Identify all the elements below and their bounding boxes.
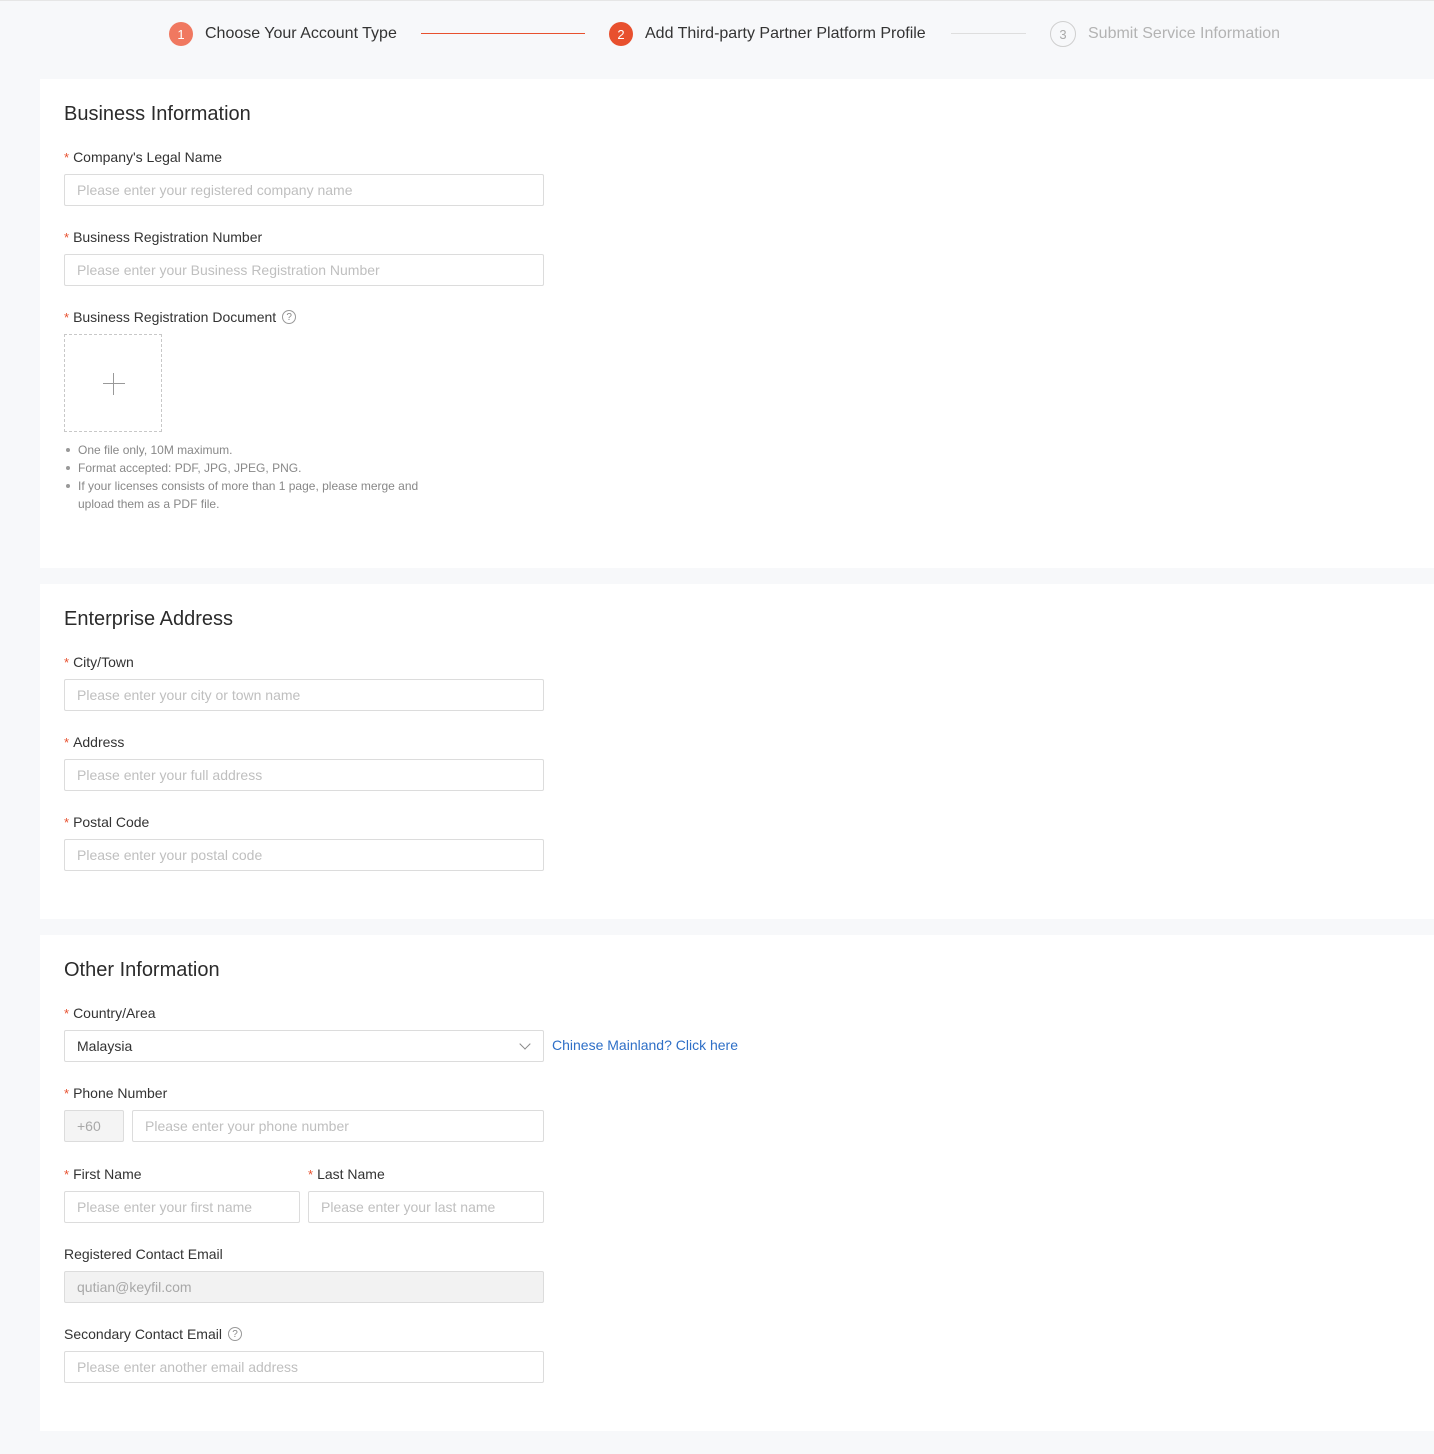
legal-name-label: * Company's Legal Name [64, 149, 222, 165]
question-circle-icon[interactable]: ? [227, 1327, 242, 1341]
city-label-text: City/Town [73, 654, 134, 670]
phone-label: * Phone Number [64, 1085, 167, 1101]
other-information-card: Other Information * Country/Area Malaysi… [40, 935, 1434, 1431]
country-label: * Country/Area [64, 1005, 156, 1021]
step-connector-2 [951, 33, 1026, 34]
upload-note: Format accepted: PDF, JPG, JPEG, PNG. [64, 459, 444, 477]
step-choose-account-type[interactable]: 1 Choose Your Account Type [169, 20, 397, 48]
last-name-input[interactable] [308, 1191, 544, 1223]
registered-email-label: Registered Contact Email [64, 1246, 223, 1262]
step-connector-1 [421, 33, 585, 34]
address-label-text: Address [73, 734, 125, 750]
last-name-label-text: Last Name [317, 1166, 385, 1182]
legal-name-label-text: Company's Legal Name [73, 149, 223, 165]
chevron-down-icon [519, 1038, 531, 1050]
reg-document-label-text: Business Registration Document [73, 309, 277, 325]
required-mark: * [64, 734, 70, 750]
country-label-text: Country/Area [73, 1005, 156, 1021]
legal-name-input[interactable] [64, 174, 544, 206]
step-3-number: 3 [1050, 21, 1076, 47]
phone-label-text: Phone Number [73, 1085, 168, 1101]
required-mark: * [64, 1085, 70, 1101]
first-name-input[interactable] [64, 1191, 300, 1223]
postal-code-input[interactable] [64, 839, 544, 871]
document-upload-button[interactable] [64, 334, 162, 432]
required-mark: * [64, 149, 70, 165]
required-mark: * [64, 309, 70, 325]
enterprise-address-card: Enterprise Address * City/Town * Address… [40, 584, 1434, 919]
country-select-value: Malaysia [77, 1038, 133, 1054]
required-mark: * [64, 229, 70, 245]
plus-icon-vertical [113, 373, 114, 395]
step-submit-service-info[interactable]: 3 Submit Service Information [1050, 20, 1280, 48]
required-mark: * [64, 1166, 70, 1182]
step-2-number: 2 [609, 22, 633, 46]
step-1-number: 1 [169, 22, 193, 46]
secondary-email-label: Secondary Contact Email ? [64, 1326, 242, 1342]
secondary-email-label-text: Secondary Contact Email [64, 1326, 222, 1342]
address-input[interactable] [64, 759, 544, 791]
top-divider [0, 0, 1434, 1]
reg-number-label: * Business Registration Number [64, 229, 262, 245]
section-title-address: Enterprise Address [64, 608, 233, 630]
registered-email-input [64, 1271, 544, 1303]
reg-number-input[interactable] [64, 254, 544, 286]
city-input[interactable] [64, 679, 544, 711]
plus-icon [103, 383, 125, 384]
upload-note: One file only, 10M maximum. [64, 441, 444, 459]
address-label: * Address [64, 734, 124, 750]
required-mark: * [64, 654, 70, 670]
secondary-email-input[interactable] [64, 1351, 544, 1383]
postal-code-label: * Postal Code [64, 814, 149, 830]
city-label: * City/Town [64, 654, 134, 670]
country-select[interactable]: Malaysia [64, 1030, 544, 1062]
chinese-mainland-link[interactable]: Chinese Mainland? Click here [552, 1037, 738, 1053]
section-title-business: Business Information [64, 103, 251, 125]
reg-document-label: * Business Registration Document ? [64, 309, 297, 325]
required-mark: * [64, 814, 70, 830]
step-1-label: Choose Your Account Type [205, 25, 397, 42]
step-3-label: Submit Service Information [1088, 25, 1281, 42]
upload-requirements: One file only, 10M maximum. Format accep… [64, 441, 444, 513]
phone-input[interactable] [132, 1110, 544, 1142]
first-name-label: * First Name [64, 1166, 142, 1182]
question-circle-icon[interactable]: ? [282, 310, 297, 324]
step-2-label: Add Third-party Partner Platform Profile [645, 25, 926, 42]
required-mark: * [308, 1166, 314, 1182]
phone-country-code: +60 [64, 1110, 124, 1142]
upload-note: If your licenses consists of more than 1… [64, 477, 444, 513]
section-title-other: Other Information [64, 959, 220, 981]
required-mark: * [64, 1005, 70, 1021]
reg-number-label-text: Business Registration Number [73, 229, 263, 245]
business-information-card: Business Information * Company's Legal N… [40, 79, 1434, 568]
progress-stepper: 1 Choose Your Account Type 2 Add Third-p… [0, 20, 1434, 48]
last-name-label: * Last Name [308, 1166, 385, 1182]
postal-code-label-text: Postal Code [73, 814, 150, 830]
step-add-partner-profile[interactable]: 2 Add Third-party Partner Platform Profi… [609, 20, 926, 48]
first-name-label-text: First Name [73, 1166, 142, 1182]
